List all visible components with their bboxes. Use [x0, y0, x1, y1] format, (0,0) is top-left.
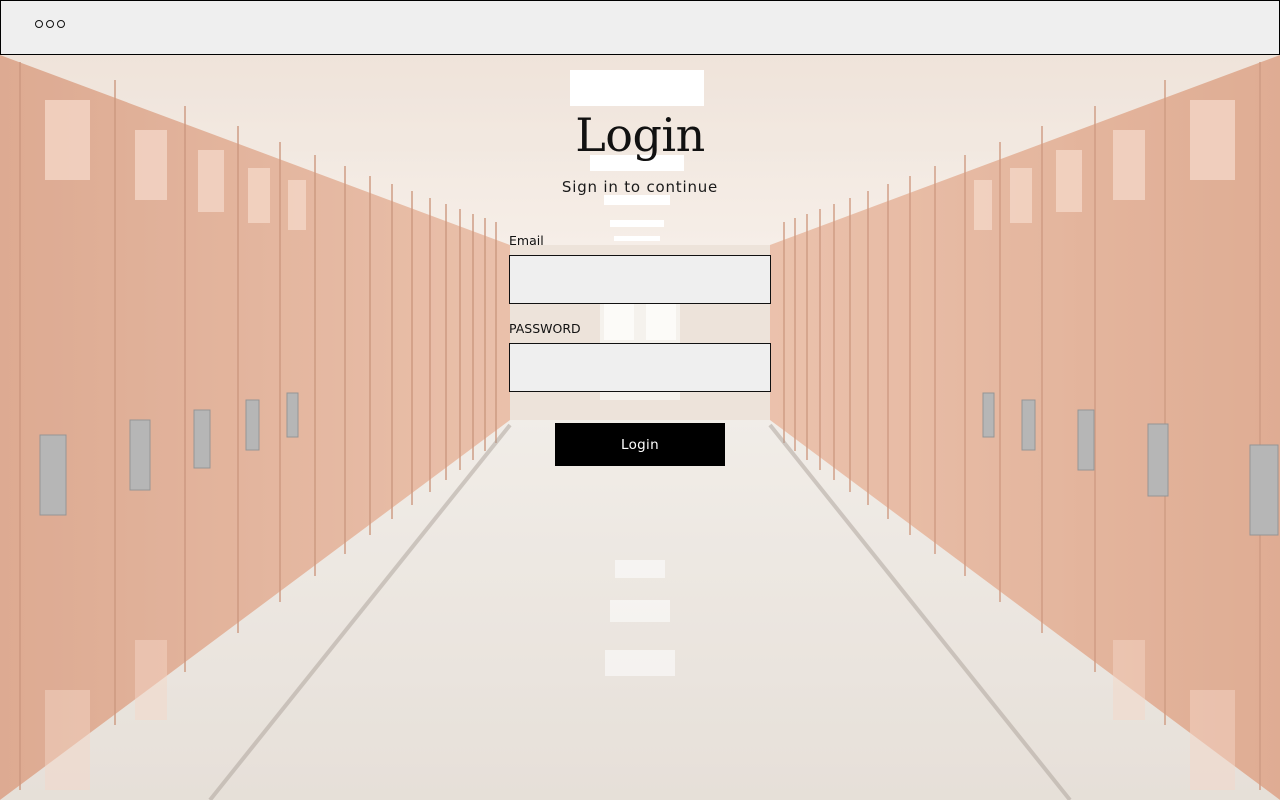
window-dot [57, 20, 65, 28]
email-label: Email [509, 233, 544, 248]
email-field[interactable] [509, 255, 771, 304]
login-button[interactable]: Login [555, 423, 725, 466]
more-horizontal-icon[interactable] [35, 20, 65, 28]
window-dot [46, 20, 54, 28]
password-label: PASSWORD [509, 321, 581, 336]
login-title: Login [575, 108, 705, 162]
window-dot [35, 20, 43, 28]
window-title-bar [0, 0, 1280, 55]
login-subtitle: Sign in to continue [561, 178, 719, 196]
password-field[interactable] [509, 343, 771, 392]
